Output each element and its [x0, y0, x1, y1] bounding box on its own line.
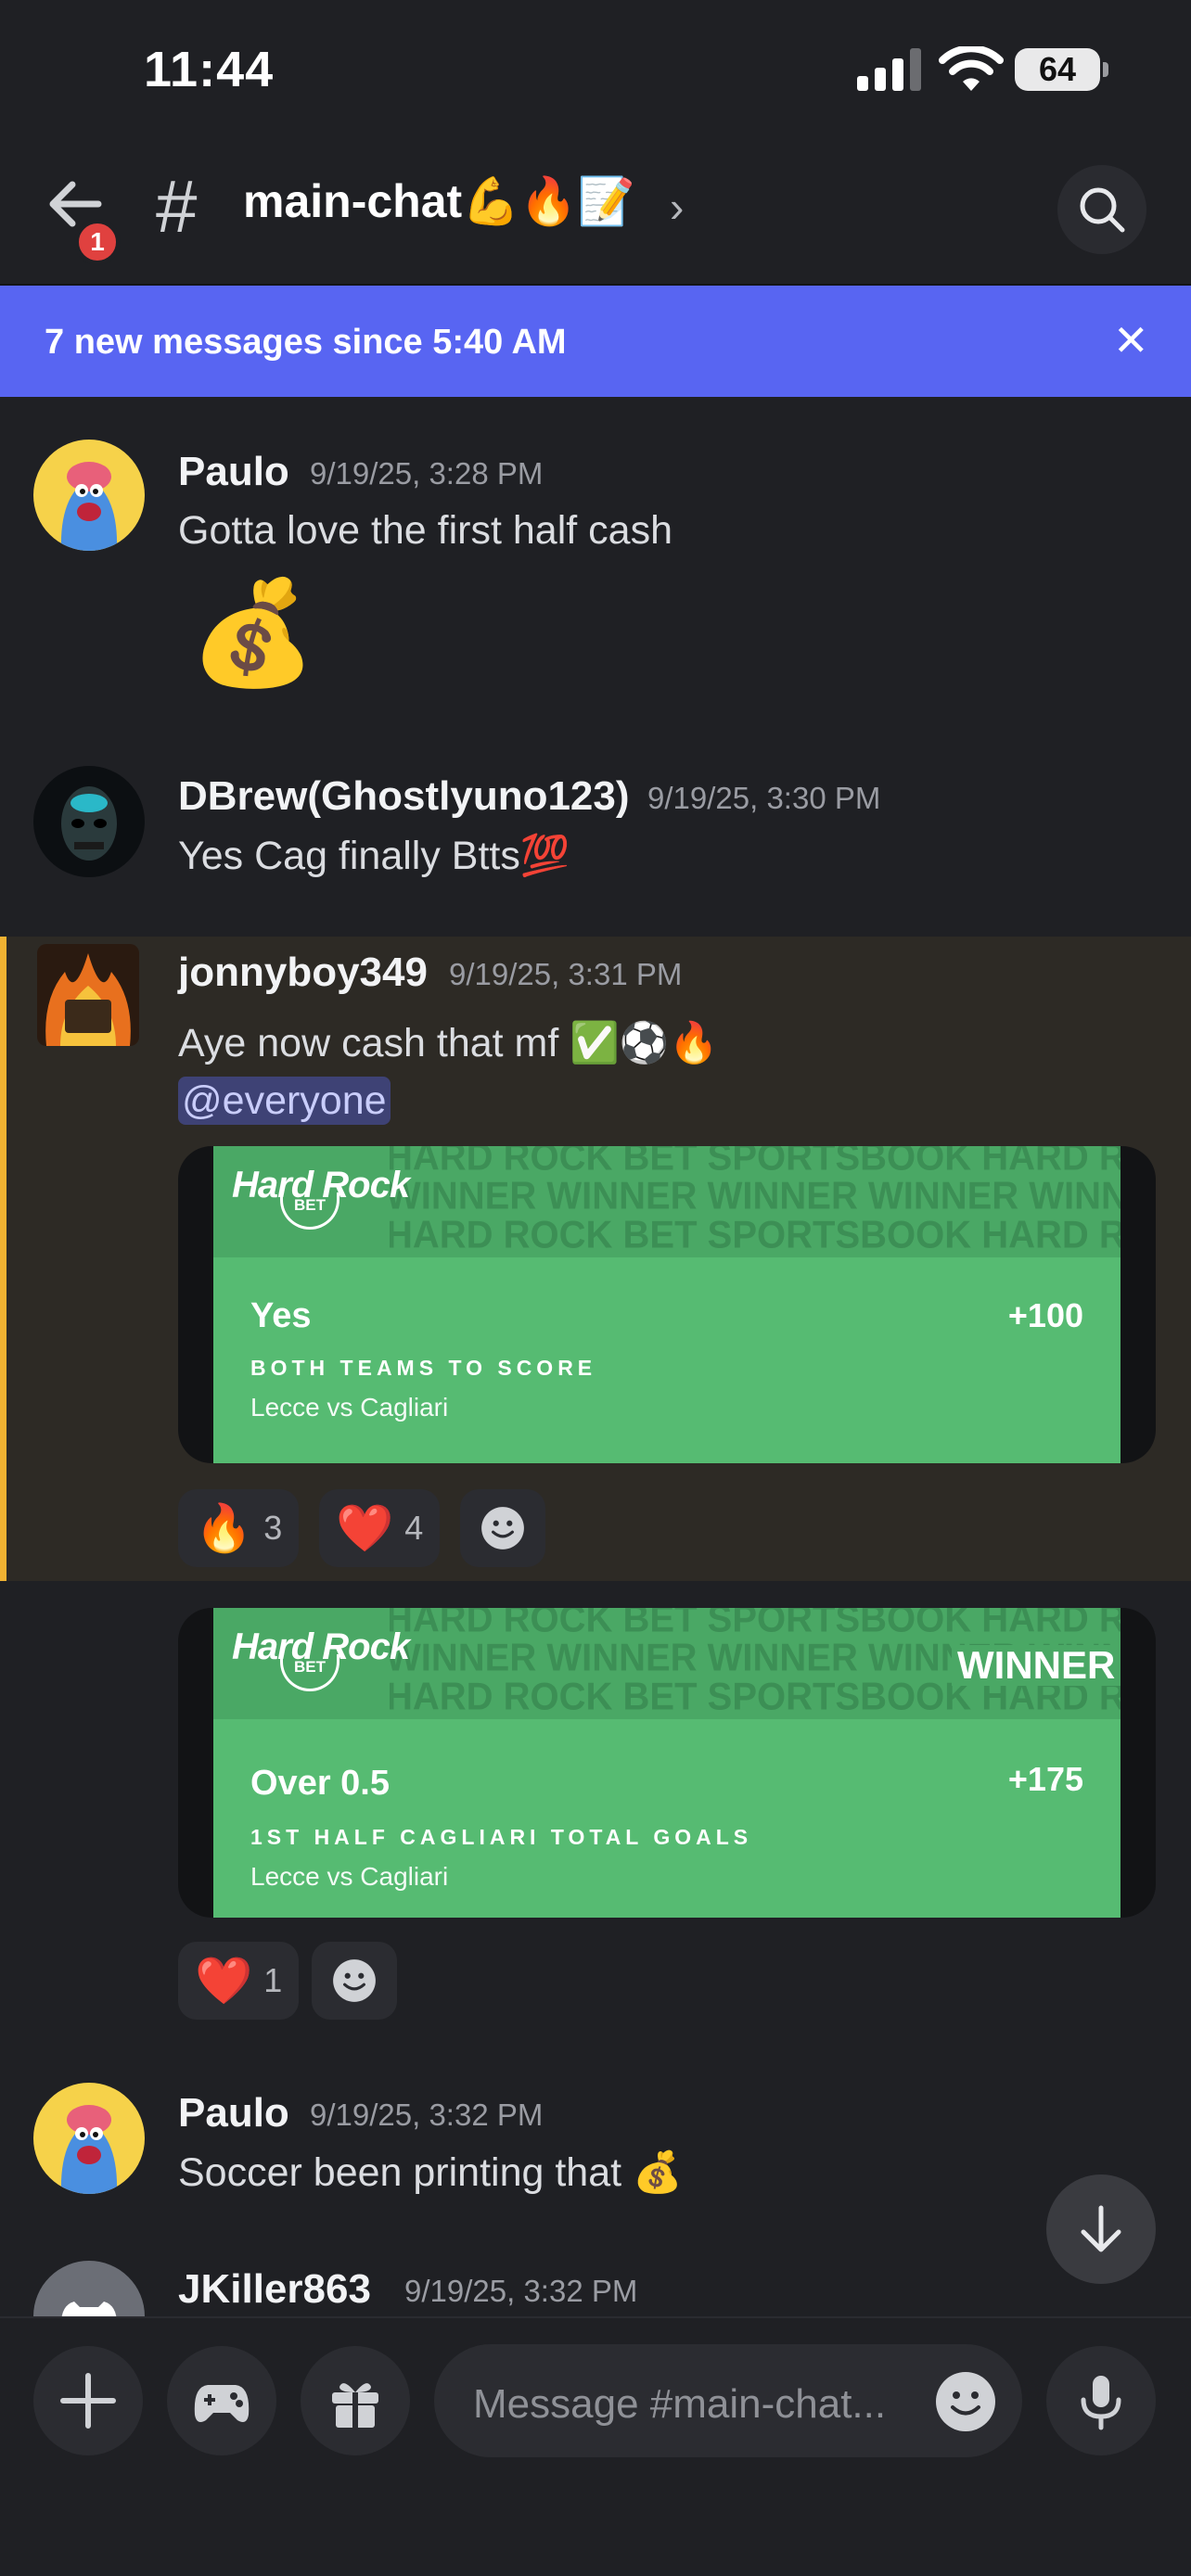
fire-emoji: 🔥 — [195, 1502, 253, 1554]
reaction-count: 3 — [263, 1509, 283, 1547]
message-timestamp: 9/19/25, 3:31 PM — [449, 957, 683, 991]
pattern-text: WINNER WINNER WINNER WINNER WINNER WINNE… — [386, 1174, 1121, 1218]
channel-hash-icon: # — [156, 165, 198, 248]
add-reaction-icon — [333, 1959, 376, 2002]
emoji-icon[interactable] — [933, 2369, 998, 2434]
bet-card-image[interactable]: HARD ROCK BET SPORTSBOOK HARD ROCK BET S… — [178, 1608, 1156, 1918]
message-text: Gotta love the first half cash — [178, 508, 672, 553]
bet-slip: HARD ROCK BET SPORTSBOOK HARD ROCK BET S… — [213, 1608, 1121, 1918]
heart-emoji: ❤️ — [195, 1955, 253, 2007]
bet-slip-header: HARD ROCK BET SPORTSBOOK HARD ROCK BET S… — [213, 1608, 1121, 1719]
bet-card-image[interactable]: HARD ROCK BET SPORTSBOOK HARD ROCK BET S… — [178, 1146, 1156, 1463]
avatar-hockey-mask-image — [61, 786, 117, 861]
bet-match: Lecce vs Cagliari — [250, 1393, 449, 1422]
bet-selection: Over 0.5 — [250, 1764, 390, 1803]
message-author[interactable]: jonnyboy349 — [178, 950, 428, 996]
winner-label: WINNER — [952, 1645, 1121, 1686]
search-icon — [1080, 187, 1125, 233]
avatar[interactable] — [37, 944, 139, 1046]
avatar-mascot-image — [60, 462, 118, 551]
gift-icon — [332, 2383, 378, 2428]
status-time: 11:44 — [144, 42, 275, 97]
reaction-count: 1 — [263, 1961, 283, 1999]
reaction-fire[interactable]: 🔥 3 — [178, 1489, 300, 1567]
wifi-icon — [939, 46, 1004, 91]
channel-name[interactable]: main-chat💪🔥📝 — [243, 174, 635, 229]
avatar-fire-image — [45, 953, 131, 1046]
pattern-text: HARD ROCK BET SPORTSBOOK HARD ROCK BET S… — [386, 1146, 1121, 1180]
message-author[interactable]: Paulo — [178, 2090, 289, 2136]
message-timestamp: 9/19/25, 3:32 PM — [404, 2274, 638, 2308]
microphone-icon — [1081, 2376, 1121, 2430]
message-author[interactable]: DBrew(Ghostlyuno123) — [178, 773, 630, 820]
gift-button[interactable] — [301, 2346, 410, 2455]
message-timestamp: 9/19/25, 3:32 PM — [310, 2098, 544, 2132]
message-timestamp: 9/19/25, 3:30 PM — [647, 781, 881, 815]
add-reaction-button[interactable] — [460, 1489, 545, 1567]
activities-button[interactable] — [167, 2346, 276, 2455]
avatar-mascot-image — [60, 2105, 118, 2194]
bet-odds: +100 — [1007, 1296, 1083, 1334]
bet-slip: HARD ROCK BET SPORTSBOOK HARD ROCK BET S… — [213, 1146, 1121, 1463]
message-text: Aye now cash that mf ✅⚽🔥 — [178, 1021, 719, 1065]
unread-badge: 1 — [74, 219, 121, 265]
bet-odds: +175 — [1007, 1760, 1083, 1798]
message-input-placeholder[interactable]: Message #main-chat... — [473, 2381, 886, 2428]
add-reaction-icon — [481, 1507, 524, 1549]
chevron-right-icon[interactable]: › — [670, 182, 684, 232]
new-messages-text: 7 new messages since 5:40 AM — [45, 323, 567, 362]
message-text: Yes Cag finally Btts💯 — [178, 834, 570, 878]
close-banner-icon[interactable]: ✕ — [1113, 315, 1149, 365]
avatar[interactable] — [33, 2083, 145, 2194]
plus-icon — [60, 2373, 116, 2429]
pattern-text: HARD ROCK BET SPORTSBOOK HARD ROCK BET S… — [386, 1608, 1121, 1641]
add-attachment-button[interactable] — [33, 2346, 143, 2455]
cellular-signal-icon — [857, 48, 921, 91]
bet-market: BOTH TEAMS TO SCORE — [250, 1356, 597, 1380]
money-bag-sticker[interactable]: 💰 — [189, 573, 316, 694]
search-button[interactable] — [1057, 165, 1146, 254]
add-reaction-button[interactable] — [312, 1942, 397, 2020]
avatar[interactable] — [33, 766, 145, 877]
message-text: Soccer been printing that 💰 — [178, 2150, 683, 2195]
discord-chat-screen: 11:44 64 1 # main-chat💪🔥📝 › 7 new messag… — [0, 0, 1191, 2576]
bet-slip-header: HARD ROCK BET SPORTSBOOK HARD ROCK BET S… — [213, 1146, 1121, 1257]
arrow-down-icon — [1081, 2205, 1121, 2252]
pattern-text: HARD ROCK BET SPORTSBOOK HARD ROCK BET S… — [386, 1213, 1121, 1257]
message-author[interactable]: JKiller863 — [178, 2266, 371, 2313]
voice-message-button[interactable] — [1046, 2346, 1156, 2455]
message-author[interactable]: Paulo — [178, 449, 289, 495]
message-timestamp: 9/19/25, 3:28 PM — [310, 456, 544, 491]
gamepad-icon — [194, 2385, 250, 2422]
bet-selection: Yes — [250, 1296, 312, 1335]
heart-emoji: ❤️ — [336, 1502, 394, 1554]
battery-indicator: 64 — [1015, 48, 1108, 91]
mention-highlight-bar — [0, 937, 6, 1581]
reaction-count: 4 — [404, 1509, 424, 1547]
jump-to-bottom-button[interactable] — [1046, 2174, 1156, 2284]
mention-line: @everyone — [178, 1077, 391, 1125]
avatar[interactable] — [33, 440, 145, 551]
everyone-mention[interactable]: @everyone — [178, 1077, 391, 1125]
reaction-heart[interactable]: ❤️ 1 — [178, 1942, 300, 2020]
bet-match: Lecce vs Cagliari — [250, 1862, 449, 1891]
bet-market: 1ST HALF CAGLIARI TOTAL GOALS — [250, 1825, 753, 1849]
reaction-heart[interactable]: ❤️ 4 — [319, 1489, 441, 1567]
